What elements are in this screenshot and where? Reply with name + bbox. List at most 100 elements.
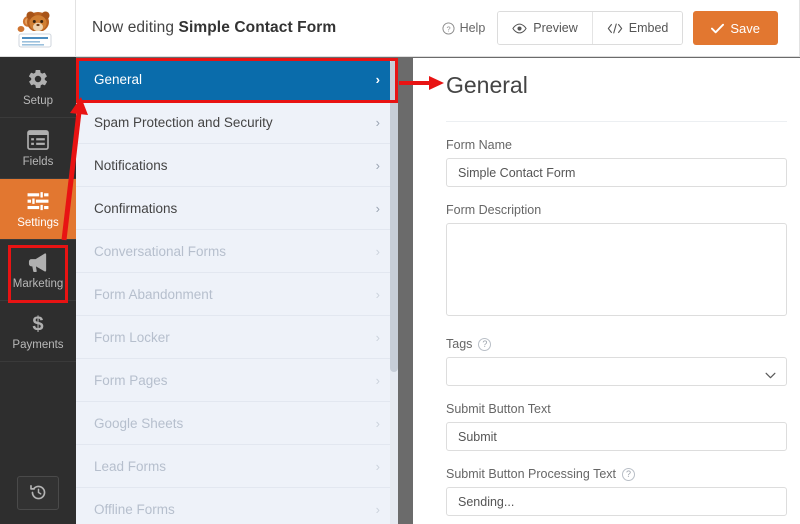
settings-section-label: Confirmations	[94, 200, 178, 216]
rail-label-fields: Fields	[22, 156, 54, 168]
submit-processing-input[interactable]	[446, 487, 787, 516]
chevron-right-icon: ›	[375, 114, 380, 130]
settings-section-label: Form Abandonment	[94, 286, 213, 302]
save-button[interactable]: Save	[693, 11, 778, 45]
submit-button-text-label-text: Submit Button Text	[446, 402, 551, 416]
rail-label-marketing: Marketing	[12, 278, 64, 290]
settings-section-general[interactable]: General ›	[76, 58, 398, 101]
tags-label: Tags ?	[446, 337, 787, 351]
chevron-right-icon: ›	[375, 458, 380, 474]
rail-item-setup[interactable]: Setup	[0, 57, 76, 118]
wpforms-logo	[0, 0, 76, 57]
settings-section-label: Google Sheets	[94, 415, 184, 431]
form-name-label-text: Form Name	[446, 138, 512, 152]
settings-section-confirmations[interactable]: Confirmations ›	[76, 187, 398, 230]
field-submit-button-text: Submit Button Text	[446, 402, 787, 451]
settings-sections-panel: General › Spam Protection and Security › Not…	[76, 58, 398, 524]
save-label: Save	[730, 20, 760, 36]
help-button[interactable]: ? Help	[440, 17, 488, 39]
form-description-input[interactable]	[446, 223, 787, 316]
question-circle-icon: ?	[442, 21, 455, 35]
settings-list-scrollbar-thumb[interactable]	[390, 60, 398, 372]
tags-select[interactable]	[446, 357, 787, 386]
rail-item-settings[interactable]: Settings	[0, 179, 76, 240]
check-icon	[711, 23, 725, 34]
submit-processing-help-icon[interactable]: ?	[622, 467, 635, 481]
settings-list-scrollbar-track[interactable]	[390, 58, 398, 524]
tags-select-wrap	[446, 357, 787, 386]
settings-section-label: Lead Forms	[94, 458, 167, 474]
preview-button[interactable]: Preview	[498, 12, 592, 44]
field-form-name: Form Name	[446, 138, 787, 187]
settings-section-form-abandonment: Form Abandonment ›	[76, 273, 398, 316]
submit-processing-label-text: Submit Button Processing Text	[446, 467, 616, 481]
chevron-right-icon: ›	[375, 243, 380, 259]
preview-label: Preview	[533, 21, 578, 35]
settings-section-form-pages: Form Pages ›	[76, 359, 398, 402]
preview-embed-button-group: Preview Embed	[497, 11, 684, 45]
chevron-right-icon: ›	[375, 329, 380, 345]
rail-item-payments[interactable]: $ Payments	[0, 301, 76, 362]
embed-button[interactable]: Embed	[591, 12, 683, 44]
form-description-label-text: Form Description	[446, 203, 542, 217]
builder-left-rail: Setup Fields Settings Marketing $ Paymen…	[0, 57, 76, 524]
field-submit-processing-text: Submit Button Processing Text ?	[446, 467, 787, 516]
settings-section-notifications[interactable]: Notifications ›	[76, 144, 398, 187]
eye-icon	[512, 23, 527, 34]
revision-history-button[interactable]	[17, 475, 59, 510]
page-title: Now editing Simple Contact Form	[92, 19, 336, 37]
settings-section-form-locker: Form Locker ›	[76, 316, 398, 359]
rail-item-fields[interactable]: Fields	[0, 118, 76, 179]
svg-text:?: ?	[446, 24, 450, 33]
rail-label-settings: Settings	[17, 217, 59, 229]
chevron-right-icon: ›	[375, 415, 380, 431]
mascot-icon	[17, 11, 52, 48]
megaphone-icon	[27, 250, 50, 274]
app-header: Now editing Simple Contact Form ? Help P…	[0, 0, 800, 57]
chevron-right-icon: ›	[375, 286, 380, 302]
sliders-icon	[27, 189, 49, 213]
submit-button-text-label: Submit Button Text	[446, 402, 787, 416]
settings-section-label: Offline Forms	[94, 501, 175, 517]
gear-icon	[27, 67, 49, 91]
settings-sections-list: General › Spam Protection and Security › Not…	[76, 58, 398, 524]
settings-section-offline-forms: Offline Forms ›	[76, 488, 398, 524]
revision-history-icon	[29, 483, 48, 502]
field-form-description: Form Description	[446, 203, 787, 321]
chevron-right-icon: ›	[375, 501, 380, 517]
svg-text:$: $	[32, 313, 43, 334]
chevron-right-icon: ›	[375, 157, 380, 173]
settings-section-google-sheets: Google Sheets ›	[76, 402, 398, 445]
chevron-right-icon: ›	[375, 372, 380, 388]
submit-processing-label: Submit Button Processing Text ?	[446, 467, 787, 481]
title-prefix: Now editing	[92, 19, 179, 36]
settings-section-label: General	[94, 71, 143, 87]
settings-section-label: Notifications	[94, 157, 168, 173]
settings-section-label: Conversational Forms	[94, 243, 227, 259]
editing-form-name: Simple Contact Form	[178, 19, 337, 36]
settings-section-spam-protection-and-security[interactable]: Spam Protection and Security ›	[76, 101, 398, 144]
form-builder-app: Now editing Simple Contact Form ? Help P…	[0, 0, 800, 524]
dollar-icon: $	[28, 311, 48, 335]
rail-item-marketing[interactable]: Marketing	[0, 240, 76, 301]
form-name-input[interactable]	[446, 158, 787, 187]
submit-button-text-input[interactable]	[446, 422, 787, 451]
tags-label-text: Tags	[446, 337, 473, 351]
settings-section-label: Form Pages	[94, 372, 168, 388]
form-name-label: Form Name	[446, 138, 787, 152]
settings-section-conversational-forms: Conversational Forms ›	[76, 230, 398, 273]
header-actions: ? Help Preview Embed Save	[440, 0, 800, 57]
settings-general-panel: General Form Name Form Description Tags …	[413, 58, 800, 524]
settings-section-lead-forms: Lead Forms ›	[76, 445, 398, 488]
chevron-right-icon: ›	[375, 200, 380, 216]
chevron-right-icon: ›	[375, 71, 380, 87]
fields-list-icon	[27, 128, 49, 152]
settings-section-label: Spam Protection and Security	[94, 114, 273, 130]
rail-label-payments: Payments	[12, 339, 64, 351]
help-label: Help	[459, 21, 486, 35]
embed-label: Embed	[628, 21, 669, 35]
tags-help-icon[interactable]: ?	[478, 337, 492, 351]
settings-section-label: Form Locker	[94, 329, 170, 345]
rail-bottom-area	[0, 461, 76, 524]
rail-label-setup: Setup	[22, 95, 54, 107]
